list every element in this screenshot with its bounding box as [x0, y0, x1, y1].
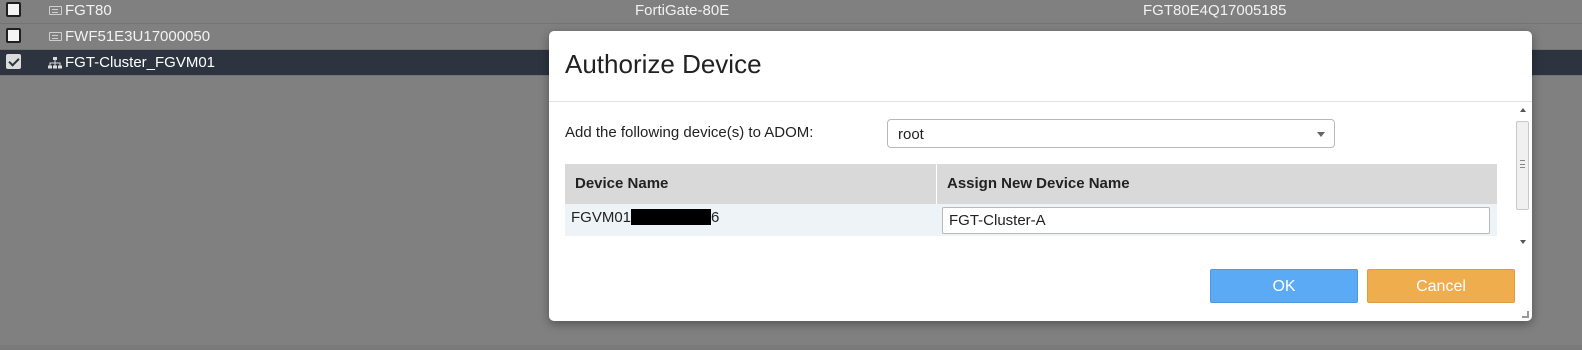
- table-row: FGVM01 6: [565, 204, 1497, 236]
- scroll-down-icon[interactable]: [1520, 240, 1526, 244]
- device-name-suffix: 6: [711, 209, 720, 226]
- adom-label: Add the following device(s) to ADOM:: [565, 124, 814, 141]
- device-rename-table: Device Name Assign New Device Name FGVM0…: [565, 164, 1497, 236]
- cluster-icon: [48, 57, 62, 69]
- resize-handle-icon[interactable]: [1522, 311, 1529, 318]
- redaction-mask: [631, 209, 712, 225]
- device-icon: [49, 6, 62, 15]
- device-name-cell: FGT80: [65, 2, 112, 19]
- row-checkbox[interactable]: [6, 28, 21, 43]
- dialog-title: Authorize Device: [565, 49, 762, 79]
- dialog-body: Add the following device(s) to ADOM: roo…: [549, 103, 1532, 263]
- device-name-prefix: FGVM01: [571, 209, 632, 226]
- device-icon: [49, 32, 62, 41]
- model-cell: FortiGate-80E: [635, 2, 730, 19]
- dialog-scrollbar[interactable]: [1514, 103, 1532, 253]
- ok-button[interactable]: OK: [1210, 269, 1358, 303]
- device-name-value: FGVM01 6: [571, 209, 719, 226]
- row-checkbox[interactable]: [6, 2, 21, 17]
- device-name-cell: FWF51E3U17000050: [65, 28, 211, 45]
- scrollbar-thumb[interactable]: [1516, 121, 1529, 210]
- table-header: Device Name Assign New Device Name: [565, 164, 1497, 204]
- row-checkbox-checked[interactable]: [6, 54, 21, 69]
- chevron-down-icon: [1317, 132, 1325, 137]
- column-header-device-name: Device Name: [575, 175, 669, 192]
- column-header-assign-name: Assign New Device Name: [947, 175, 1130, 192]
- adom-selected-value: root: [898, 126, 924, 143]
- adom-select[interactable]: root: [887, 119, 1335, 148]
- device-name-cell: FGT-Cluster_FGVM01: [65, 54, 216, 71]
- cancel-button[interactable]: Cancel: [1367, 269, 1515, 303]
- table-row[interactable]: FGT80 FortiGate-80E FGT80E4Q17005185: [0, 0, 1582, 24]
- serial-cell: FGT80E4Q17005185: [1143, 2, 1287, 19]
- bottom-divider: [0, 345, 1582, 350]
- dialog-header: Authorize Device: [549, 31, 1532, 102]
- grip-icon: [1520, 160, 1525, 168]
- column-divider: [936, 164, 937, 204]
- authorize-device-dialog: Authorize Device Add the following devic…: [549, 31, 1532, 321]
- scroll-up-icon[interactable]: [1520, 108, 1526, 112]
- new-device-name-input[interactable]: [942, 207, 1490, 234]
